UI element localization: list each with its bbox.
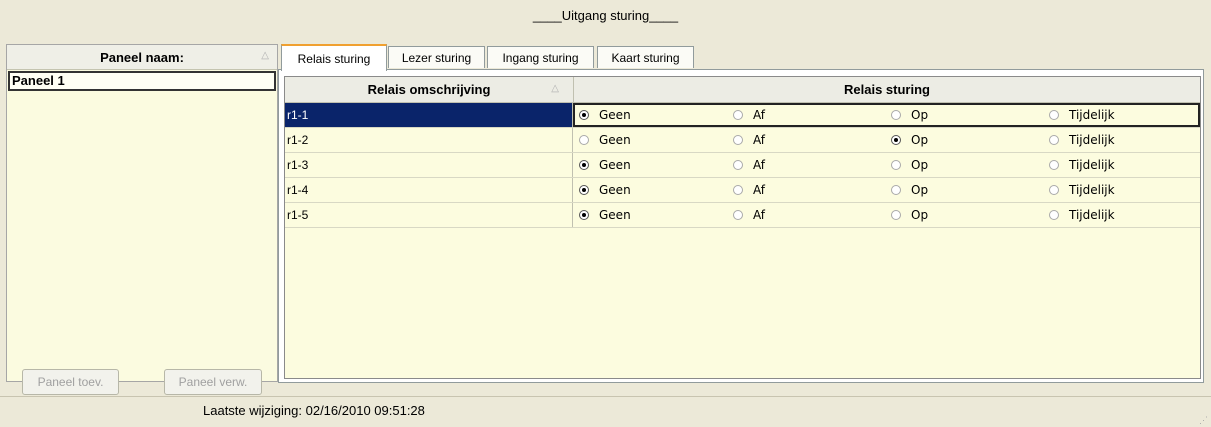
radio-label: Op [911, 133, 929, 147]
radio-button[interactable] [891, 185, 901, 195]
radio-label: Af [753, 183, 766, 197]
tab-ingang-sturing[interactable]: Ingang sturing [487, 46, 594, 68]
radio-label: Tijdelijk [1069, 158, 1115, 172]
radio-label: Geen [599, 108, 631, 122]
radio-option[interactable]: Geen [579, 153, 631, 177]
radio-label: Af [753, 158, 766, 172]
relay-control-cell: Geen Af Op Tijdelijk [573, 153, 1200, 177]
table-row[interactable]: r1-5 Geen Af Op Tijdelijk [285, 203, 1200, 228]
radio-option[interactable]: Geen [579, 103, 631, 127]
radio-option[interactable]: Tijdelijk [1049, 128, 1115, 152]
sort-triangle-icon: △ [551, 83, 559, 94]
radio-button[interactable] [733, 210, 743, 220]
panel-list: Paneel naam: △ Paneel 1 Paneel toev. Pan… [6, 44, 278, 395]
radio-option[interactable]: Tijdelijk [1049, 153, 1115, 177]
radio-label: Op [911, 208, 929, 222]
relay-name-cell[interactable]: r1-1 [285, 103, 573, 127]
panel-list-header[interactable]: Paneel naam: △ [7, 45, 277, 70]
radio-option[interactable]: Af [733, 128, 765, 152]
radio-option[interactable]: Op [891, 103, 928, 127]
relay-name-cell[interactable]: r1-4 [285, 178, 573, 202]
grid-header: Relais omschrijving △ Relais sturing [285, 77, 1200, 103]
sort-triangle-icon: △ [261, 50, 269, 61]
panel-list-item[interactable]: Paneel 1 [8, 71, 276, 91]
radio-button[interactable] [1049, 210, 1059, 220]
column-header-control[interactable]: Relais sturing [574, 77, 1200, 102]
radio-option[interactable]: Op [891, 153, 928, 177]
relay-control-cell: Geen Af Op Tijdelijk [573, 128, 1200, 152]
relay-control-cell: Geen Af Op Tijdelijk [573, 103, 1200, 127]
radio-option[interactable]: Op [891, 128, 928, 152]
radio-label: Geen [599, 183, 631, 197]
panel-list-header-label: Paneel naam: [100, 49, 184, 65]
radio-option[interactable]: Af [733, 178, 765, 202]
radio-button[interactable] [1049, 135, 1059, 145]
radio-label: Geen [599, 133, 631, 147]
radio-button[interactable] [891, 160, 901, 170]
window-title: ____Uitgang sturing____ [532, 8, 679, 23]
status-bar: Laatste wijziging: 02/16/2010 09:51:28 ⋰ [0, 396, 1211, 427]
radio-button[interactable] [733, 185, 743, 195]
resize-grip-icon[interactable]: ⋰ [1199, 415, 1209, 425]
relay-grid: Relais omschrijving △ Relais sturing r1-… [284, 76, 1201, 379]
column-header-name-label: Relais omschrijving [367, 82, 491, 97]
radio-option[interactable]: Af [733, 153, 765, 177]
radio-button[interactable] [1049, 110, 1059, 120]
tab-relais-sturing[interactable]: Relais sturing [281, 44, 387, 71]
radio-button[interactable] [579, 185, 589, 195]
relay-name-cell[interactable]: r1-2 [285, 128, 573, 152]
relay-control-cell: Geen Af Op Tijdelijk [573, 178, 1200, 202]
radio-button[interactable] [579, 160, 589, 170]
table-row[interactable]: r1-1 Geen Af Op Tijdelijk [285, 103, 1200, 128]
radio-label: Tijdelijk [1069, 208, 1115, 222]
radio-label: Geen [599, 158, 631, 172]
radio-option[interactable]: Geen [579, 128, 631, 152]
radio-label: Op [911, 108, 929, 122]
radio-button[interactable] [733, 160, 743, 170]
radio-button[interactable] [891, 210, 901, 220]
radio-button[interactable] [579, 110, 589, 120]
radio-option[interactable]: Geen [579, 178, 631, 202]
radio-option[interactable]: Af [733, 203, 765, 227]
radio-option[interactable]: Tijdelijk [1049, 178, 1115, 202]
relay-control-cell: Geen Af Op Tijdelijk [573, 203, 1200, 227]
radio-option[interactable]: Af [733, 103, 765, 127]
table-row[interactable]: r1-2 Geen Af Op Tijdelijk [285, 128, 1200, 153]
table-row[interactable]: r1-3 Geen Af Op Tijdelijk [285, 153, 1200, 178]
radio-label: Op [911, 183, 929, 197]
radio-button[interactable] [579, 210, 589, 220]
radio-button[interactable] [1049, 160, 1059, 170]
radio-label: Af [753, 208, 766, 222]
radio-button[interactable] [579, 135, 589, 145]
last-change-text: Laatste wijziging: 02/16/2010 09:51:28 [203, 403, 425, 418]
radio-label: Op [911, 158, 929, 172]
radio-label: Tijdelijk [1069, 133, 1115, 147]
relay-name-cell[interactable]: r1-5 [285, 203, 573, 227]
radio-option[interactable]: Tijdelijk [1049, 103, 1115, 127]
radio-button[interactable] [733, 135, 743, 145]
radio-option[interactable]: Op [891, 178, 928, 202]
radio-label: Tijdelijk [1069, 108, 1115, 122]
column-header-name[interactable]: Relais omschrijving △ [285, 77, 574, 102]
radio-button[interactable] [733, 110, 743, 120]
relay-name-cell[interactable]: r1-3 [285, 153, 573, 177]
radio-label: Tijdelijk [1069, 183, 1115, 197]
radio-label: Af [753, 108, 766, 122]
radio-label: Af [753, 133, 766, 147]
radio-button[interactable] [891, 110, 901, 120]
radio-option[interactable]: Op [891, 203, 928, 227]
radio-option[interactable]: Geen [579, 203, 631, 227]
remove-panel-button[interactable]: Paneel verw. [164, 369, 262, 395]
radio-label: Geen [599, 208, 631, 222]
radio-option[interactable]: Tijdelijk [1049, 203, 1115, 227]
radio-button[interactable] [891, 135, 901, 145]
tab-lezer-sturing[interactable]: Lezer sturing [388, 46, 485, 68]
radio-button[interactable] [1049, 185, 1059, 195]
table-row[interactable]: r1-4 Geen Af Op Tijdelijk [285, 178, 1200, 203]
add-panel-button[interactable]: Paneel toev. [22, 369, 119, 395]
tab-kaart-sturing[interactable]: Kaart sturing [597, 46, 694, 68]
